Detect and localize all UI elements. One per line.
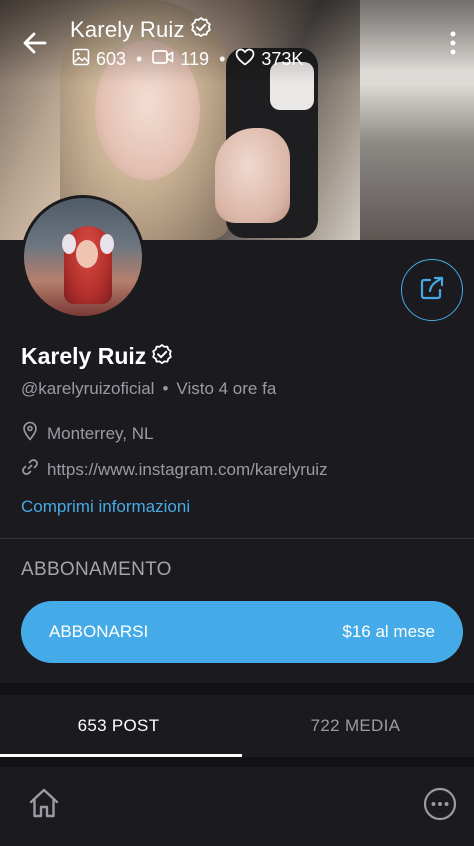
location-pin-icon [21,421,39,446]
videos-count: 119 [180,49,210,69]
subscribe-button[interactable]: ABBONARSI $16 al mese [21,601,463,663]
link-icon [21,458,39,481]
share-icon [418,274,446,307]
back-arrow-icon[interactable] [20,28,50,58]
profile-link[interactable]: https://www.instagram.com/karelyruiz [47,460,328,480]
photos-count: 603 [96,49,127,69]
profile-name: Karely Ruiz [21,343,174,373]
location-text: Monterrey, NL [47,423,154,443]
verified-badge-icon [150,343,174,373]
profile-name-text: Karely Ruiz [21,343,147,369]
header-title-text: Karely Ruiz [70,17,185,42]
image-icon [72,48,90,71]
stats-separator: • [136,49,143,69]
collapse-info-link[interactable]: Comprimi informazioni [21,497,190,517]
kebab-menu-icon[interactable] [446,28,460,58]
profile-handle: @karelyruizoficial [21,379,155,398]
share-button[interactable] [401,259,463,321]
avatar-image [24,198,142,316]
avatar[interactable] [21,195,145,319]
video-camera-icon [152,49,174,70]
top-bar: Karely Ruiz 603 • 119 • 373K [0,14,474,74]
more-circle-icon[interactable] [423,787,457,821]
content-gap [0,757,474,767]
location-row: Monterrey, NL [21,421,153,446]
tab-posts[interactable]: 653 POST [0,695,237,757]
avatar-earmuff-left [62,234,76,254]
subscribe-price: $16 al mese [342,622,435,641]
videos-stat: 119 [152,49,209,70]
verified-badge-icon [189,16,213,46]
avatar-face [76,240,98,268]
tab-media[interactable]: 722 MEDIA [237,695,474,757]
last-seen: Visto 4 ore fa [176,379,277,398]
content-tabs: 653 POST 722 MEDIA [0,695,474,757]
handle-line: @karelyruizoficial • Visto 4 ore fa [21,379,276,399]
handle-separator: • [162,379,169,398]
subscription-title: ABBONAMENTO [21,559,172,580]
likes-stat: 373K [235,48,303,71]
heart-icon [235,48,255,71]
avatar-earmuff-right [100,234,114,254]
section-gap [0,683,474,695]
header-title: Karely Ruiz [70,16,213,46]
section-divider [0,538,474,539]
stats-separator: • [219,49,226,69]
photos-stat: 603 [72,48,126,71]
bottom-navigation [0,767,474,846]
home-icon[interactable] [26,785,62,821]
header-stats: 603 • 119 • 373K [72,48,303,71]
subscribe-button-label: ABBONARSI [49,622,149,641]
likes-count: 373K [261,49,304,69]
link-row[interactable]: https://www.instagram.com/karelyruiz [21,458,328,481]
